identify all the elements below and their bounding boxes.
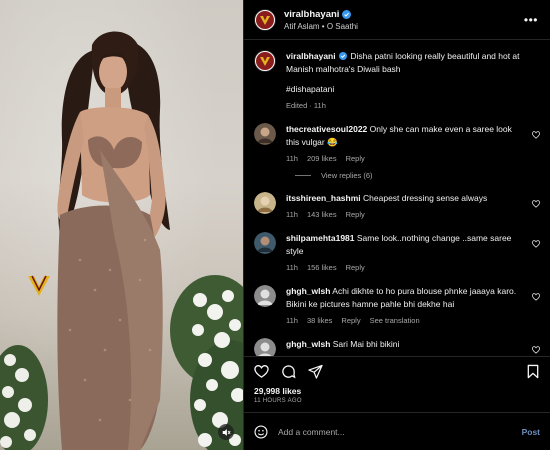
comment-username[interactable]: ghgh_wlsh [286,286,330,296]
like-comment-heart-icon[interactable] [532,240,540,248]
likes-count[interactable]: 29,998 likes [244,386,550,396]
post-comment-button[interactable]: Post [522,427,540,437]
like-comment-heart-icon[interactable] [532,293,540,301]
audio-track-label[interactable]: Atif Aslam • O Saathi [284,22,522,31]
comment-time: 11h [286,263,298,272]
reply-button[interactable]: Reply [346,263,365,272]
viral-bhayani-watermark-logo [28,275,50,296]
comment-time: 11h [286,210,298,219]
like-heart-icon[interactable] [254,364,269,379]
caption-hashtag[interactable]: #dishapatani [286,83,526,96]
comment-text: Sari Mai bhi bikini [332,339,400,349]
comment-likes[interactable]: 38 likes [307,316,332,325]
comment-username[interactable]: shilpamehta1981 [286,233,355,243]
instagram-post-viewer: viralbhayani Atif Aslam • O Saathi ••• v… [0,0,550,450]
verified-badge-icon [342,9,352,19]
commenter-avatar[interactable] [254,123,276,145]
author-avatar[interactable] [254,8,276,31]
post-header: viralbhayani Atif Aslam • O Saathi ••• [244,0,550,40]
post-media[interactable] [0,0,243,450]
comment-input[interactable] [278,426,522,437]
v-logo-icon [260,15,270,25]
comment-text: Cheapest dressing sense always [363,193,488,203]
post-photo [0,31,243,450]
post-action-bar [244,356,550,386]
commenter-avatar[interactable] [254,232,276,254]
comment-time: 11h [286,316,298,325]
see-translation-link[interactable]: See translation [370,316,420,325]
comment-item: thecreativesoul2022 Only she can make ev… [254,123,540,163]
caption-username[interactable]: viralbhayani [286,51,336,61]
caption-author-avatar[interactable] [254,50,276,72]
audio-mute-button[interactable] [218,424,234,440]
reply-button[interactable]: Reply [346,154,365,163]
post-timestamp: 11 HOURS AGO [254,398,302,404]
v-logo-icon [260,57,270,66]
comment-item: itsshireen_hashmi Cheapest dressing sens… [254,192,540,219]
add-comment-bar: Post [244,412,550,450]
like-comment-heart-icon[interactable] [532,346,540,354]
comment-bubble-icon[interactable] [281,364,296,379]
comment-likes[interactable]: 156 likes [307,263,337,272]
caption-edited-time: Edited · 11h [286,101,326,110]
author-username[interactable]: viralbhayani [284,9,339,20]
comment-username[interactable]: itsshireen_hashmi [286,193,361,203]
comment-likes[interactable]: 143 likes [307,210,337,219]
comment-username[interactable]: ghgh_wlsh [286,339,330,349]
reply-button[interactable]: Reply [341,316,360,325]
like-comment-heart-icon[interactable] [532,131,540,139]
post-details-pane: viralbhayani Atif Aslam • O Saathi ••• v… [243,0,550,450]
comment-item: ghgh_wlsh Sari Mai bhi bikini [254,338,540,356]
comment-likes[interactable]: 209 likes [307,154,337,163]
comment-item: ghgh_wlsh Achi dikhte to ho pura blouse … [254,285,540,325]
view-replies-toggle[interactable]: View replies (6) [295,171,540,180]
commenter-avatar[interactable] [254,338,276,356]
share-send-icon[interactable] [308,364,323,379]
caption: viralbhayani Disha patni looking really … [254,50,540,110]
save-bookmark-icon[interactable] [526,364,540,379]
comment-username[interactable]: thecreativesoul2022 [286,124,367,134]
commenter-avatar[interactable] [254,192,276,214]
comment-time: 11h [286,154,298,163]
commenter-avatar[interactable] [254,285,276,307]
reply-button[interactable]: Reply [346,210,365,219]
speaker-muted-icon [222,428,231,436]
comments-list[interactable]: viralbhayani Disha patni looking really … [244,40,550,356]
verified-badge-icon [338,52,347,60]
more-options-icon[interactable]: ••• [522,13,540,27]
like-comment-heart-icon[interactable] [532,200,540,208]
comment-item: shilpamehta1981 Same look..nothing chang… [254,232,540,272]
emoji-smiley-icon[interactable] [254,424,268,439]
